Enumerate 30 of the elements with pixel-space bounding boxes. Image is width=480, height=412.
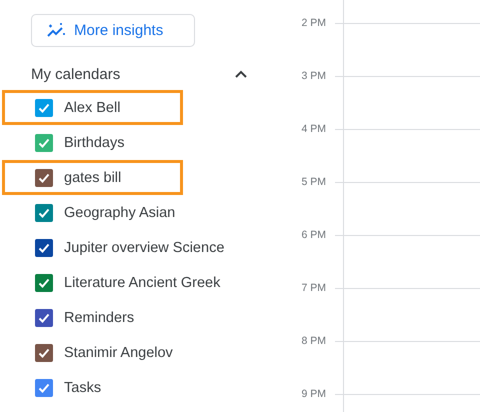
calendar-checkbox[interactable] [35, 378, 53, 396]
calendar-checkbox[interactable] [35, 274, 53, 292]
calendar-name[interactable]: gates bill [64, 170, 122, 186]
hour-label: 8 PM [300, 334, 326, 349]
hour-label: 3 PM [300, 69, 326, 84]
calendar-name[interactable]: Birthdays [64, 134, 124, 150]
calendar-checkbox[interactable] [35, 344, 53, 362]
hour-label: 7 PM [300, 281, 326, 296]
calendar-name[interactable]: Jupiter overview Science [64, 240, 224, 256]
hour-label: 9 PM [300, 387, 326, 402]
calendar-name[interactable]: Geography Asian [64, 204, 176, 220]
hour-label: 2 PM [300, 16, 326, 31]
calendar-checkbox[interactable] [35, 204, 53, 222]
calendar-checkbox[interactable] [35, 308, 53, 326]
calendar-checkbox[interactable] [35, 238, 53, 256]
sparkle-chart-icon [46, 22, 66, 38]
more-insights-button[interactable]: More insights [31, 14, 195, 47]
calendar-checkbox[interactable] [35, 98, 53, 116]
calendar-checkbox[interactable] [35, 168, 53, 186]
calendar-name[interactable]: Tasks [64, 380, 102, 396]
calendar-name[interactable]: Stanimir Angelov [64, 344, 173, 360]
chevron-icon[interactable] [235, 70, 247, 78]
hour-label: 6 PM [300, 228, 326, 243]
hour-label: 5 PM [300, 175, 326, 190]
calendar-name[interactable]: Alex Bell [64, 100, 120, 116]
calendar-name[interactable]: Literature Ancient Greek [64, 274, 220, 290]
calendar-checkbox[interactable] [35, 134, 53, 152]
section-title: My calendars [31, 66, 120, 82]
calendar-name[interactable]: Reminders [64, 310, 134, 326]
hour-label: 4 PM [300, 122, 326, 137]
